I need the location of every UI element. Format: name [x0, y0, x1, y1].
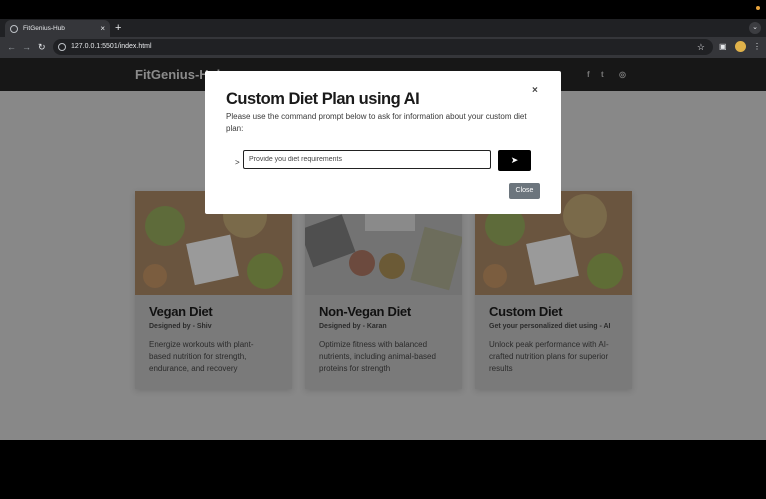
forward-button[interactable]: → [22, 41, 31, 53]
tab-title: FitGenius-Hub [23, 25, 65, 32]
close-tab-icon[interactable]: × [100, 24, 105, 33]
tab-search-button[interactable]: ⌄ [749, 22, 761, 34]
browser-tab[interactable]: FitGenius-Hub × [5, 20, 110, 37]
card-vegan-diet[interactable]: Vegan Diet Designed by - Shiv Energize w… [135, 191, 292, 389]
globe-icon [10, 24, 18, 33]
card-subtitle: Designed by - Shiv [149, 323, 212, 330]
facebook-icon[interactable]: f [587, 70, 590, 79]
close-button[interactable]: Close [509, 183, 540, 199]
card-description: Optimize fitness with balanced nutrients… [319, 340, 436, 373]
notification-dot [756, 6, 760, 10]
card-title: Non-Vegan Diet [319, 304, 411, 319]
prompt-caret: > [235, 158, 240, 167]
site-info-icon[interactable] [58, 43, 66, 51]
diet-requirements-input[interactable] [243, 150, 491, 169]
twitter-icon[interactable]: t [601, 70, 604, 79]
menu-button[interactable]: ⋮ [753, 41, 761, 53]
send-icon: ➤ [510, 155, 519, 165]
new-tab-button[interactable]: + [115, 21, 121, 35]
back-button[interactable]: ← [7, 41, 16, 53]
send-button[interactable]: ➤ [498, 150, 531, 171]
side-panel-icon[interactable]: ▣ [719, 41, 727, 53]
custom-diet-modal: Custom Diet Plan using AI × Please use t… [205, 71, 561, 214]
browser-toolbar: ← → ↻ 127.0.0.1:5501/index.html ☆ ▣ ⋮ [0, 37, 766, 58]
card-description: Unlock peak performance with AI-crafted … [489, 340, 609, 373]
card-subtitle: Get your personalized diet using - AI [489, 323, 611, 330]
modal-title: Custom Diet Plan using AI [226, 90, 420, 108]
tab-bar: FitGenius-Hub × + ⌄ [0, 19, 766, 37]
url-text: 127.0.0.1:5501/index.html [71, 43, 152, 50]
card-custom-diet[interactable]: Custom Diet Get your personalized diet u… [475, 191, 632, 389]
reload-button[interactable]: ↻ [38, 41, 46, 53]
profile-avatar[interactable] [735, 41, 746, 52]
modal-description: Please use the command prompt below to a… [226, 112, 527, 133]
card-subtitle: Designed by - Karan [319, 323, 387, 330]
card-non-vegan-diet[interactable]: Non-Vegan Diet Designed by - Karan Optim… [305, 191, 462, 389]
close-icon[interactable]: × [532, 84, 538, 98]
address-bar[interactable]: 127.0.0.1:5501/index.html ☆ [53, 39, 713, 55]
card-description: Energize workouts with plant-based nutri… [149, 340, 254, 373]
os-top-strip [0, 0, 766, 19]
instagram-icon[interactable]: ◎ [619, 70, 626, 79]
bookmark-star-icon[interactable]: ☆ [697, 41, 705, 53]
card-title: Custom Diet [489, 304, 563, 319]
page-footer [0, 440, 766, 499]
card-title: Vegan Diet [149, 304, 213, 319]
